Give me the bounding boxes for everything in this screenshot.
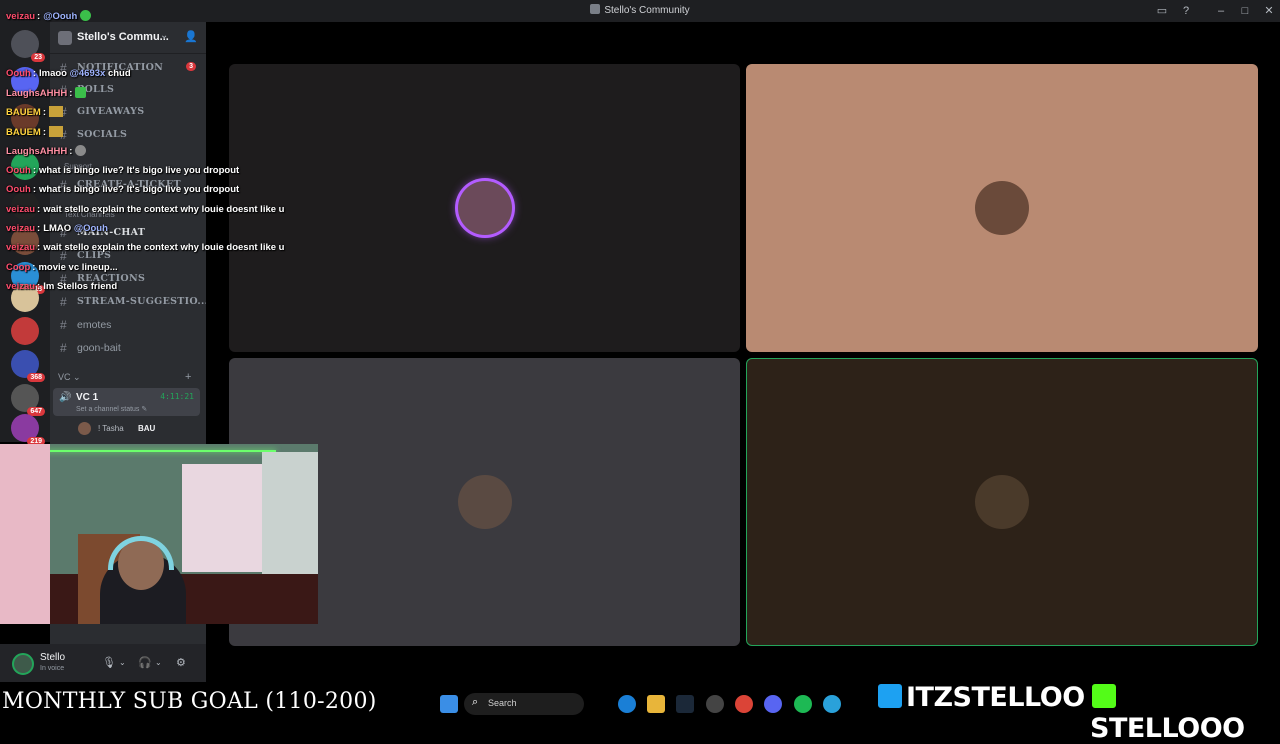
chevron-down-icon[interactable]: ⌄	[119, 658, 126, 667]
avatar[interactable]	[12, 653, 34, 675]
chrome-icon[interactable]	[735, 695, 753, 713]
channel-goon-bait[interactable]: # goon-bait	[58, 338, 200, 358]
create-channel-icon[interactable]: +	[185, 371, 191, 383]
maximize-button[interactable]: □	[1237, 3, 1253, 19]
hash-icon: #	[60, 341, 67, 355]
category-vc[interactable]: VC ⌄	[58, 372, 81, 383]
discord-app-icon	[590, 4, 601, 14]
channel-emotes[interactable]: # emotes	[58, 315, 200, 335]
participant-avatar	[458, 475, 512, 529]
chat-message: Oouh: lmaoo @4693x chud	[6, 68, 131, 79]
participant-tile-speaking[interactable]	[746, 358, 1258, 646]
gear-icon[interactable]: ⚙	[176, 656, 186, 669]
voice-duration: 4:11:21	[160, 392, 194, 401]
kick-icon	[1090, 682, 1118, 710]
folder-icon[interactable]	[647, 695, 665, 713]
chat-message: Coop: movie vc lineup...	[6, 262, 118, 273]
participant-avatar	[975, 475, 1029, 529]
user-panel: Stello In voice 🎙 ⌄ 🎧 ⌄ ⚙	[0, 644, 206, 682]
chat-message: BAUEM:	[6, 106, 64, 120]
taskbar-search[interactable]: ⌕ Search	[464, 693, 584, 715]
minimize-button[interactable]: –	[1213, 3, 1229, 19]
chat-message: veizau: wait stello explain the context w…	[6, 204, 285, 215]
edge-icon[interactable]	[618, 695, 636, 713]
socials-overlay: ITZSTELLOO STELLOOO	[874, 680, 1274, 744]
server-icon[interactable]: 368	[11, 350, 45, 382]
voice-channel-vc1[interactable]: 🔊 VC 1 4:11:21 Set a channel status ✎	[53, 388, 200, 416]
server-icon[interactable]	[11, 317, 39, 345]
inbox-icon[interactable]: ▭	[1154, 3, 1170, 19]
chat-message: LaughsAHHH:	[6, 87, 87, 101]
help-icon[interactable]: ?	[1178, 3, 1194, 19]
chat-message: Oouh: what is bingo live? It's bigo live …	[6, 184, 240, 195]
discord-icon[interactable]	[764, 695, 782, 713]
twitter-icon	[876, 682, 904, 710]
webcam-overlay	[0, 444, 318, 624]
emote-icon	[49, 126, 64, 137]
sub-goal-overlay: MONTHLY SUB GOAL (110-200)	[2, 689, 377, 714]
hash-icon: #	[60, 318, 67, 332]
speaker-icon: 🔊	[59, 392, 72, 403]
participant-avatar	[975, 181, 1029, 235]
channel-status[interactable]: Set a channel status ✎	[76, 405, 147, 413]
steam-icon[interactable]	[676, 695, 694, 713]
chat-message: Oouh: what is bingo live? It's bigo live …	[6, 165, 240, 176]
participant-avatar	[458, 181, 512, 235]
participant-tile[interactable]	[746, 64, 1258, 352]
emote-icon	[75, 87, 87, 98]
username: Stello	[40, 652, 66, 663]
user-tag: BAU	[138, 424, 156, 433]
chat-message: veizau: @Oouh	[6, 10, 91, 24]
emote-icon	[49, 106, 64, 117]
search-icon: ⌕	[472, 696, 479, 708]
chat-message: veizau: wait stello explain the context w…	[6, 242, 285, 253]
chat-message: LaughsAHHH:	[6, 145, 87, 159]
telegram-icon[interactable]	[823, 695, 841, 713]
stream-chat-overlay: veizau: @Oouh Oouh: lmaoo @4693x chud Laug…	[0, 0, 320, 300]
mic-icon[interactable]: 🎙	[102, 656, 116, 669]
close-button[interactable]: ✕	[1261, 3, 1277, 19]
voice-user[interactable]: ! Tasha BAU	[74, 422, 198, 436]
voice-stage	[206, 22, 1280, 682]
start-icon[interactable]	[440, 695, 458, 713]
chat-message: BAUEM:	[6, 126, 64, 140]
app-icon[interactable]	[706, 695, 724, 713]
chat-message: veizau: Im Stellos friend	[6, 281, 118, 292]
emote-icon	[75, 145, 87, 156]
chevron-down-icon[interactable]: ⌄	[155, 658, 162, 667]
emote-icon	[79, 10, 91, 21]
taskbar: ⌕ Search	[436, 690, 876, 718]
spotify-icon[interactable]	[794, 695, 812, 713]
server-icon[interactable]: 647	[11, 384, 45, 416]
kick-handle: STELLOOO	[1090, 682, 1274, 744]
headphones-icon[interactable]: 🎧	[138, 656, 152, 669]
avatar	[78, 422, 91, 435]
user-status: In voice	[40, 665, 65, 672]
twitter-handle: ITZSTELLOO	[876, 682, 1085, 716]
server-icon[interactable]: 219	[11, 414, 45, 446]
chat-message: veizau: LMAO @Oouh	[6, 223, 108, 234]
